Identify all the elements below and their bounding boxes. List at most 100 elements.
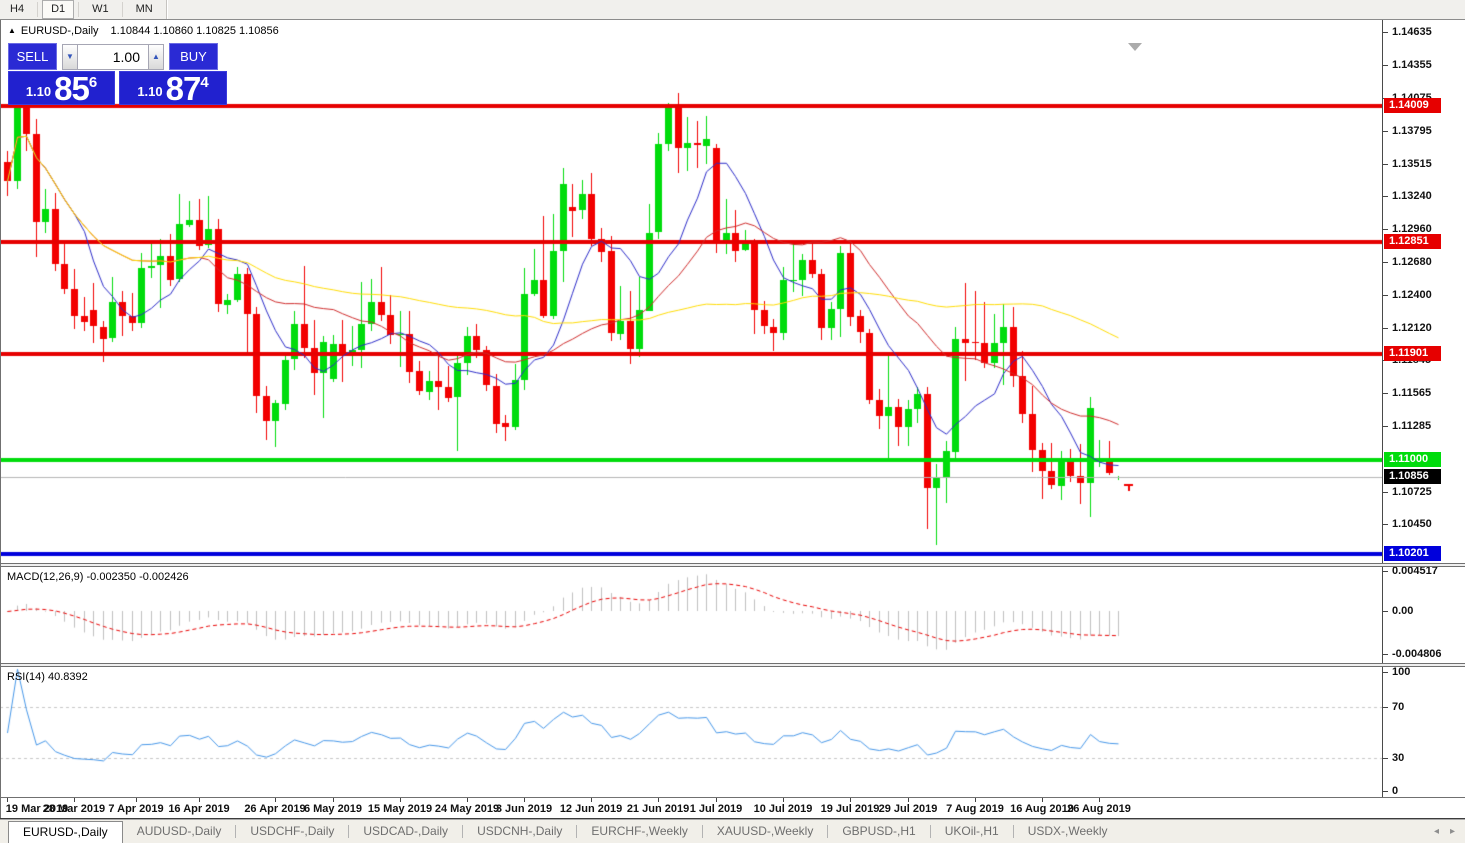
price-axis-tick: 1.14635	[1392, 25, 1432, 39]
tab-scroll-right-icon[interactable]: ▸	[1450, 826, 1455, 837]
ask-price-sup: 4	[200, 74, 208, 104]
sell-button[interactable]: SELL	[8, 43, 57, 70]
current-price-label: 1.10856	[1384, 469, 1441, 484]
ask-price-prefix: 1.10	[137, 84, 162, 99]
chart-ohlc-values: 1.10844 1.10860 1.10825 1.10856	[111, 25, 279, 37]
time-axis-label: 29 Jul 2019	[872, 803, 944, 815]
price-axis-tick: 1.13795	[1392, 124, 1432, 138]
timeframe-toolbar: H4 D1 W1 MN	[0, 0, 1465, 20]
chart-tab-audusd-daily[interactable]: AUDUSD-,Daily	[123, 821, 236, 843]
time-axis-tick	[7, 798, 8, 802]
macd-rsi-divider[interactable]	[0, 663, 1465, 667]
chart-tab-ukoil-h1[interactable]: UKOil-,H1	[931, 821, 1013, 843]
volume-input[interactable]: 1.00	[78, 44, 148, 70]
ask-price-box[interactable]: 1.10 87 4	[119, 71, 227, 105]
time-axis-label: 7 Apr 2019	[100, 803, 172, 815]
bid-price-box[interactable]: 1.10 85 6	[8, 71, 115, 105]
macd-canvas	[0, 567, 1382, 663]
time-axis-label: 16 Apr 2019	[163, 803, 235, 815]
rsi-indicator-pane: RSI(14) 40.8392	[0, 667, 1382, 797]
time-axis-label: 26 Aug 2019	[1063, 803, 1135, 815]
volume-decrease-button[interactable]: ▼	[62, 44, 78, 70]
rsi-axis-tick: 0	[1392, 784, 1398, 798]
chart-tab-bar: EURUSD-,DailyAUDUSD-,DailyUSDCHF-,DailyU…	[0, 818, 1465, 843]
time-axis-tick	[1099, 798, 1100, 802]
time-axis-tick	[74, 798, 75, 802]
price-scale-axis: 1.146351.143551.140751.137951.135151.132…	[1382, 20, 1465, 797]
bid-price-big: 85	[54, 72, 89, 104]
time-axis-label: 6 May 2019	[297, 803, 369, 815]
timeframe-button-h4[interactable]: H4	[1, 0, 33, 19]
time-axis-tick	[975, 798, 976, 802]
price-chart-pane: ▲ EURUSD-,Daily 1.10844 1.10860 1.10825 1.…	[0, 20, 1382, 563]
time-axis-tick	[908, 798, 909, 802]
time-axis-label: 15 May 2019	[364, 803, 436, 815]
toolbar-separator	[37, 2, 38, 17]
macd-axis-tick: -0.004806	[1392, 647, 1442, 661]
volume-increase-button[interactable]: ▲	[148, 44, 164, 70]
price-axis-tick: 1.13515	[1392, 157, 1432, 171]
time-axis-label: 10 Jul 2019	[747, 803, 819, 815]
time-axis-label: 1 Jul 2019	[680, 803, 752, 815]
spinner-down-icon: ▼	[66, 52, 74, 61]
time-axis-tick	[658, 798, 659, 802]
ask-price-big: 87	[166, 72, 201, 104]
buy-button[interactable]: BUY	[169, 43, 218, 70]
spinner-up-icon: ▲	[152, 52, 160, 61]
toolbar-separator	[166, 0, 167, 19]
window-left-border	[0, 20, 1, 818]
time-axis-tick	[850, 798, 851, 802]
price-axis-tick: 1.10725	[1392, 485, 1432, 499]
rsi-axis-tick: 30	[1392, 751, 1404, 765]
timeframe-button-mn[interactable]: MN	[127, 0, 162, 19]
price-line-label: 1.11901	[1384, 346, 1441, 361]
chart-tab-usdcad-daily[interactable]: USDCAD-,Daily	[349, 821, 462, 843]
chart-tab-xauusd-weekly[interactable]: XAUUSD-,Weekly	[703, 821, 827, 843]
price-axis-tick: 1.13240	[1392, 189, 1432, 203]
time-axis-tick	[1042, 798, 1043, 802]
chart-tab-eurchf-weekly[interactable]: EURCHF-,Weekly	[577, 821, 701, 843]
trading-terminal-window: H4 D1 W1 MN ▲ EURUSD-,Daily 1.10844 1.10860 1…	[0, 0, 1465, 843]
chart-tab-usdchf-daily[interactable]: USDCHF-,Daily	[236, 821, 348, 843]
price-axis-tick: 1.10450	[1392, 517, 1432, 531]
timeframe-button-d1[interactable]: D1	[42, 0, 74, 19]
rsi-label: RSI(14) 40.8392	[7, 671, 88, 683]
toolbar-separator	[78, 2, 79, 17]
time-axis-label: 3 Jun 2019	[488, 803, 560, 815]
price-line-label: 1.12851	[1384, 234, 1441, 249]
chart-tab-usdx-weekly[interactable]: USDX-,Weekly	[1014, 821, 1122, 843]
chart-tab-gbpusd-h1[interactable]: GBPUSD-,H1	[828, 821, 929, 843]
time-axis-tick	[275, 798, 276, 802]
time-axis-tick	[400, 798, 401, 802]
chart-tab-usdcnh-daily[interactable]: USDCNH-,Daily	[463, 821, 576, 843]
time-axis-tick	[136, 798, 137, 802]
toolbar-separator	[122, 2, 123, 17]
chart-shift-marker-icon	[1128, 43, 1142, 51]
chart-tab-eurusd-daily[interactable]: EURUSD-,Daily	[8, 821, 123, 843]
macd-indicator-pane: MACD(12,26,9) -0.002350 -0.002426	[0, 567, 1382, 663]
price-axis-tick: 1.14355	[1392, 58, 1432, 72]
price-axis-tick: 1.12400	[1392, 288, 1432, 302]
price-axis-tick: 1.12680	[1392, 255, 1432, 269]
time-axis-tick	[524, 798, 525, 802]
tab-scroll-left-icon[interactable]: ◂	[1434, 826, 1439, 837]
rsi-axis-tick: 100	[1392, 665, 1410, 679]
trade-panel-collapse-icon[interactable]: ▲	[8, 26, 16, 35]
timeframe-button-w1[interactable]: W1	[83, 0, 118, 19]
rsi-canvas	[0, 667, 1382, 797]
price-macd-divider[interactable]	[0, 563, 1465, 567]
time-axis-tick	[333, 798, 334, 802]
price-line-label: 1.11000	[1384, 452, 1441, 467]
time-axis-tick	[716, 798, 717, 802]
one-click-trading-panel: SELL ▼ 1.00 ▲ BUY 1.10 85 6 1.10 87 4	[8, 43, 227, 105]
bid-price-sup: 6	[89, 74, 97, 104]
macd-label: MACD(12,26,9) -0.002350 -0.002426	[7, 571, 189, 583]
time-axis-tick	[199, 798, 200, 802]
time-axis-label: 7 Aug 2019	[939, 803, 1011, 815]
time-axis: 19 Mar 201928 Mar 20197 Apr 201916 Apr 2…	[0, 797, 1465, 818]
chart-symbol-label: EURUSD-,Daily	[21, 25, 99, 37]
price-line-label: 1.10201	[1384, 546, 1441, 561]
price-axis-tick: 1.11285	[1392, 419, 1431, 433]
price-axis-tick: 1.12120	[1392, 321, 1432, 335]
time-axis-tick	[591, 798, 592, 802]
